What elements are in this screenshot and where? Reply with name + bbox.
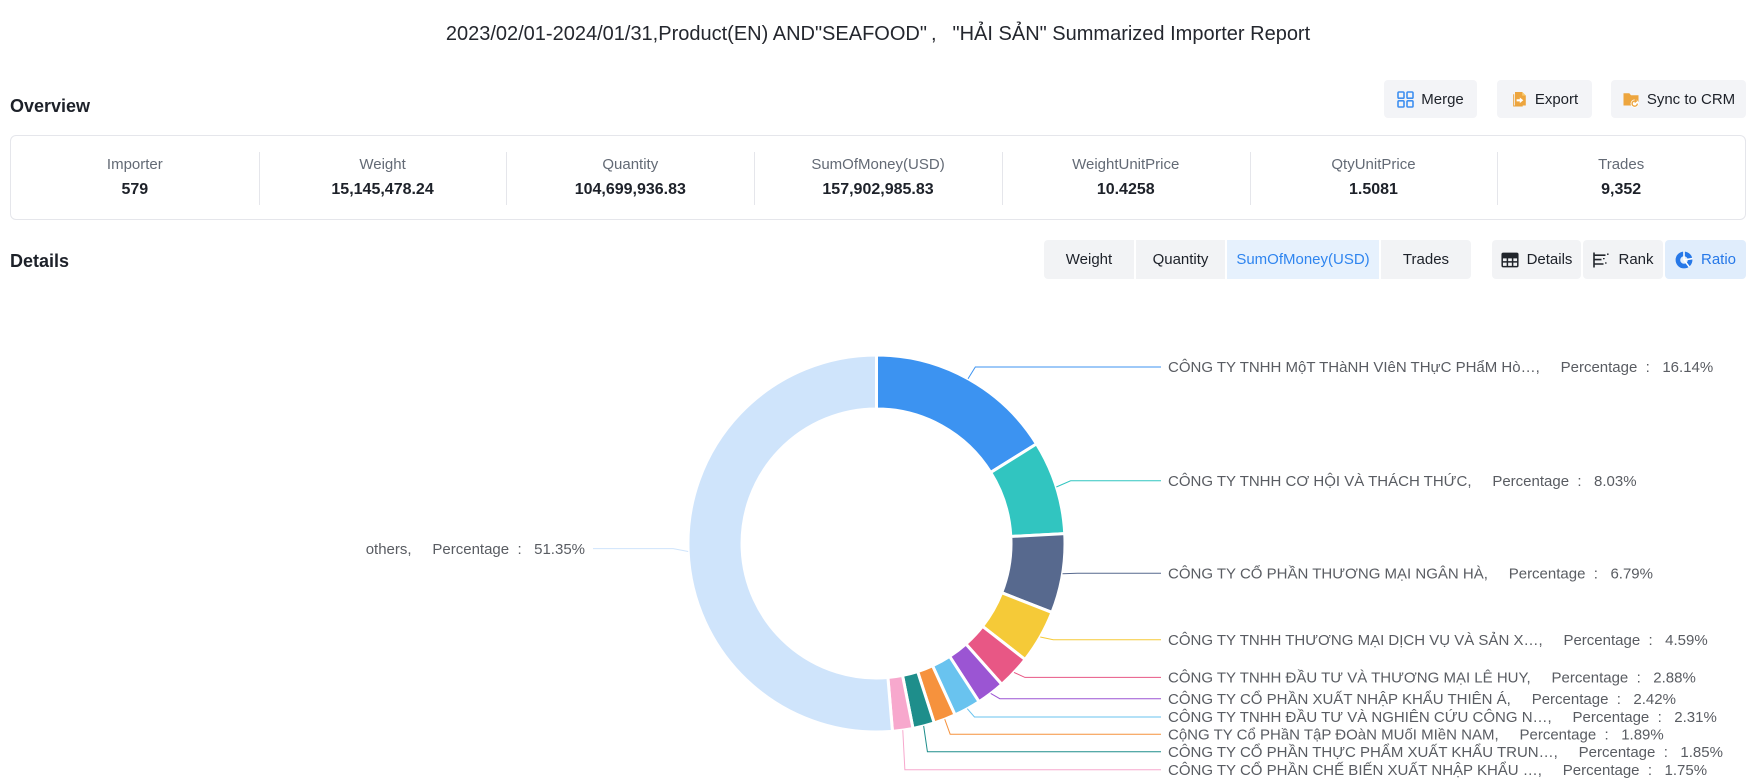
svg-text:CÔNG TY TNHH ĐẦU TƯ VÀ THƯƠNG: CÔNG TY TNHH ĐẦU TƯ VÀ THƯƠNG MẠI LÊ HUY… (1168, 670, 1696, 687)
svg-text:CÔNG TY TNHH MộT THàNH VIêN TH: CÔNG TY TNHH MộT THàNH VIêN THựC PHẩM Hò… (1168, 359, 1713, 376)
svg-text:CÔNG TY CỔ PHẦN CHẾ BIẾN XUẤT: CÔNG TY CỔ PHẦN CHẾ BIẾN XUẤT NHẬP KHẨU … (1168, 761, 1707, 779)
svg-text:CÔNG TY TNHH ĐẦU TƯ VÀ NGHIÊN: CÔNG TY TNHH ĐẦU TƯ VÀ NGHIÊN CỨU CÔNG N… (1168, 709, 1717, 726)
svg-text:CÔNG TY CỔ PHẦN THỰC PHẨM XUẤT: CÔNG TY CỔ PHẦN THỰC PHẨM XUẤT KHẨU TRUN… (1168, 743, 1723, 761)
svg-text:CộNG TY Cổ PHầN TậP ĐOàN MUốI: CộNG TY Cổ PHầN TậP ĐOàN MUốI MIềN NAM, … (1168, 726, 1664, 743)
svg-text:CÔNG TY TNHH CƠ HỘI VÀ THÁCH T: CÔNG TY TNHH CƠ HỘI VÀ THÁCH THỨC, Perce… (1168, 473, 1637, 490)
svg-text:CÔNG TY TNHH THƯƠNG MẠI DỊCH V: CÔNG TY TNHH THƯƠNG MẠI DỊCH VỤ VÀ SẢN X… (1168, 632, 1708, 649)
svg-text:CÔNG TY CỔ PHẦN THƯƠNG MẠI NGÂ: CÔNG TY CỔ PHẦN THƯƠNG MẠI NGÂN HÀ, Perc… (1168, 564, 1653, 582)
svg-text:CÔNG TY CỔ PHẦN XUẤT NHẬP KHẨU: CÔNG TY CỔ PHẦN XUẤT NHẬP KHẨU THIÊN Á, … (1168, 690, 1676, 708)
svg-text:others, Percentage : 51: others, Percentage : 51.35% (366, 541, 585, 558)
